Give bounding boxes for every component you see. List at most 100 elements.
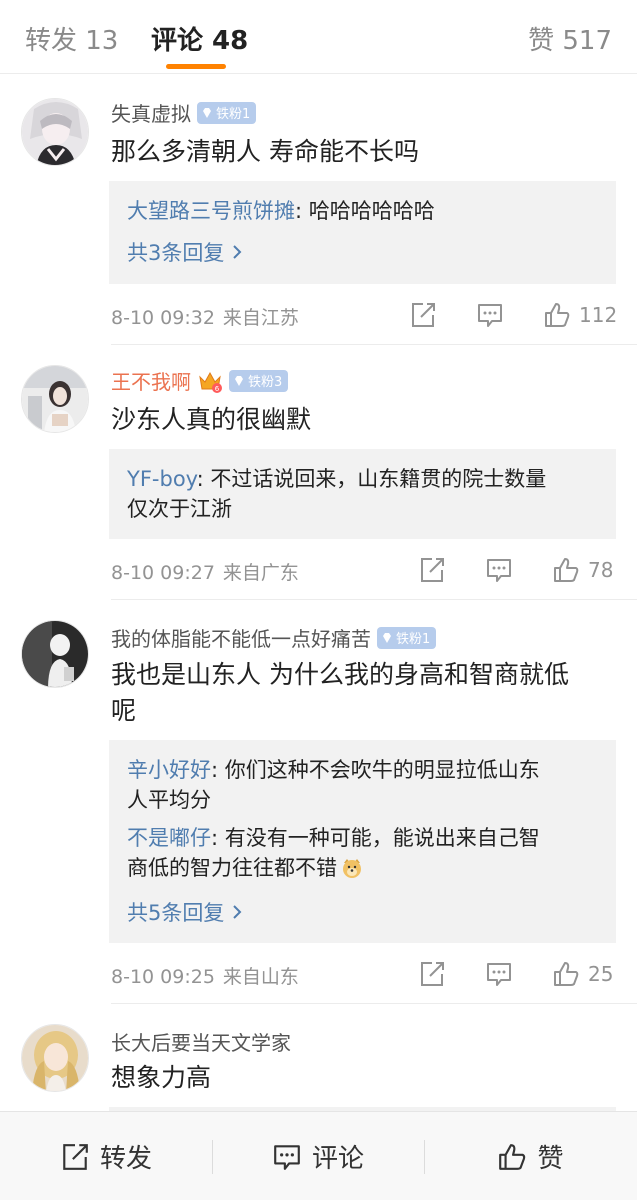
- share-button[interactable]: [409, 300, 437, 330]
- share-icon: [63, 1143, 88, 1170]
- reply-line: YF-boy: 不过话说回来，山东籍贯的院士数量: [127, 464, 598, 494]
- thumbs-up-icon: [554, 962, 579, 986]
- reply-text: : 哈哈哈哈哈哈: [295, 199, 435, 223]
- comment-time: 8-10 09:25: [111, 966, 215, 988]
- share-icon: [412, 303, 435, 327]
- reply-username[interactable]: 不是嘟仔: [127, 826, 211, 850]
- reply-line-continued: 人平均分: [127, 785, 598, 815]
- reply-text: : 你们这种不会吹牛的明显拉低山东: [211, 758, 540, 782]
- reply-text: 仅次于江浙: [127, 497, 232, 521]
- comment-location: 来自山东: [222, 966, 299, 988]
- reply-line-continued: 商低的智力往往都不错: [127, 853, 598, 883]
- divider: [111, 1003, 637, 1004]
- comment-username[interactable]: 王不我啊 6 铁粉3: [111, 366, 289, 395]
- comment-time: 8-10 09:27: [111, 562, 215, 584]
- reply-text: : 有没有一种可能，能说出来自己智: [211, 826, 540, 850]
- comment-text-line: 我也是山东人 为什么我的身高和智商就低: [111, 660, 569, 689]
- comment-location: 来自广东: [222, 562, 299, 584]
- share-button[interactable]: [418, 959, 446, 989]
- tab-bar: 转发 13 评论 48 赞 517: [0, 0, 637, 74]
- diamond-icon: [383, 632, 391, 643]
- tab-like[interactable]: 赞 517: [528, 20, 612, 57]
- avatar[interactable]: [21, 620, 89, 688]
- like-label: 赞: [537, 1144, 564, 1174]
- comment-text: 那么多清朝人 寿命能不长吗: [111, 137, 419, 166]
- comment-icon: [487, 559, 511, 582]
- reply-text: : 不过话说回来，山东籍贯的院士数量: [196, 467, 547, 491]
- divider: [111, 599, 637, 600]
- reply-line: 大望路三号煎饼摊: 哈哈哈哈哈哈: [127, 196, 598, 226]
- tab-repost[interactable]: 转发 13: [25, 20, 118, 57]
- username-text[interactable]: 我的体脂能不能低一点好痛苦: [111, 623, 371, 652]
- comment-label: 评论: [311, 1144, 364, 1174]
- more-replies-label: 共5条回复: [127, 901, 225, 925]
- share-button[interactable]: [418, 555, 446, 585]
- avatar[interactable]: [21, 365, 89, 433]
- reply-text: 人平均分: [127, 788, 211, 812]
- diamond-icon: [203, 107, 211, 118]
- more-replies-link[interactable]: 共5条回复: [127, 897, 242, 927]
- more-replies-label: 共3条回复: [127, 241, 225, 265]
- doge-emoji-icon: [343, 859, 361, 878]
- comment-button[interactable]: 评论: [212, 1112, 424, 1200]
- repost-button[interactable]: 转发: [0, 1112, 212, 1200]
- comment-time: 8-10 09:32: [111, 307, 215, 329]
- comment-username[interactable]: 长大后要当天文学家: [111, 1027, 291, 1056]
- like-button[interactable]: 112: [543, 300, 617, 330]
- like-bottom-button[interactable]: 赞: [424, 1112, 637, 1200]
- reply-username[interactable]: 大望路三号煎饼摊: [127, 199, 295, 223]
- bottom-action-bar: 转发 评论 赞: [0, 1111, 637, 1200]
- diamond-icon: [235, 375, 243, 386]
- tab-comment[interactable]: 评论 48: [151, 20, 248, 57]
- more-replies-link[interactable]: 共3条回复: [127, 237, 242, 267]
- comment-username[interactable]: 我的体脂能不能低一点好痛苦 铁粉1: [111, 623, 437, 652]
- reply-button[interactable]: [485, 959, 513, 989]
- like-count: 25: [588, 962, 614, 986]
- comment-icon: [487, 963, 511, 986]
- avatar[interactable]: [21, 1024, 89, 1092]
- reply-line-continued: 仅次于江浙: [127, 494, 598, 524]
- reply-box[interactable]: YF-boy: 不过话说回来，山东籍贯的院士数量 仅次于江浙: [109, 449, 616, 539]
- crown-icon: 6: [199, 371, 222, 393]
- comment-meta: 8-10 09:32 来自江苏: [111, 303, 299, 330]
- username-text[interactable]: 长大后要当天文学家: [111, 1027, 291, 1056]
- share-icon: [421, 558, 444, 582]
- divider: [111, 344, 637, 345]
- comment-meta: 8-10 09:25 来自山东: [111, 962, 299, 989]
- comment-username[interactable]: 失真虚拟 铁粉1: [111, 98, 257, 127]
- svg-text:6: 6: [215, 385, 220, 393]
- chevron-right-icon: [233, 245, 242, 259]
- comment-text-line: 呢: [111, 696, 137, 725]
- fan-badge: 铁粉1: [377, 626, 437, 649]
- fan-badge-label: 铁粉1: [396, 632, 431, 647]
- comment-text: 想象力高: [111, 1063, 212, 1092]
- comment-text: 我也是山东人 为什么我的身高和智商就低 呢: [111, 657, 615, 729]
- reply-box[interactable]: 大望路三号煎饼摊: 哈哈哈哈哈哈 共3条回复: [109, 181, 616, 284]
- comment-text: 沙东人真的很幽默: [111, 405, 312, 434]
- like-button[interactable]: 25: [552, 959, 613, 989]
- fan-badge: 铁粉3: [229, 369, 289, 392]
- reply-username[interactable]: 辛小好好: [127, 758, 211, 782]
- fan-badge-label: 铁粉1: [216, 107, 251, 122]
- like-count: 112: [579, 303, 618, 327]
- avatar[interactable]: [21, 98, 89, 166]
- reply-button[interactable]: [485, 555, 513, 585]
- share-icon: [421, 962, 444, 986]
- reply-username[interactable]: YF-boy: [127, 467, 197, 491]
- like-count: 78: [588, 558, 614, 582]
- reply-text: 商低的智力往往都不错: [127, 856, 337, 880]
- username-text[interactable]: 失真虚拟: [111, 98, 191, 127]
- thumbs-up-icon: [554, 558, 579, 582]
- comment-meta: 8-10 09:27 来自广东: [111, 558, 299, 585]
- thumbs-up-icon: [545, 303, 570, 327]
- active-tab-indicator: [166, 64, 226, 69]
- like-button[interactable]: 78: [552, 555, 613, 585]
- reply-box[interactable]: 辛小好好: 你们这种不会吹牛的明显拉低山东 人平均分 不是嘟仔: 有没有一种可能…: [109, 740, 616, 943]
- comment-icon: [274, 1144, 300, 1170]
- comment-icon: [478, 304, 502, 327]
- username-text[interactable]: 王不我啊: [111, 366, 191, 395]
- fan-badge-label: 铁粉3: [248, 375, 283, 390]
- thumbs-up-icon: [499, 1143, 526, 1170]
- reply-button[interactable]: [476, 300, 504, 330]
- reply-line: 不是嘟仔: 有没有一种可能，能说出来自己智: [127, 823, 598, 853]
